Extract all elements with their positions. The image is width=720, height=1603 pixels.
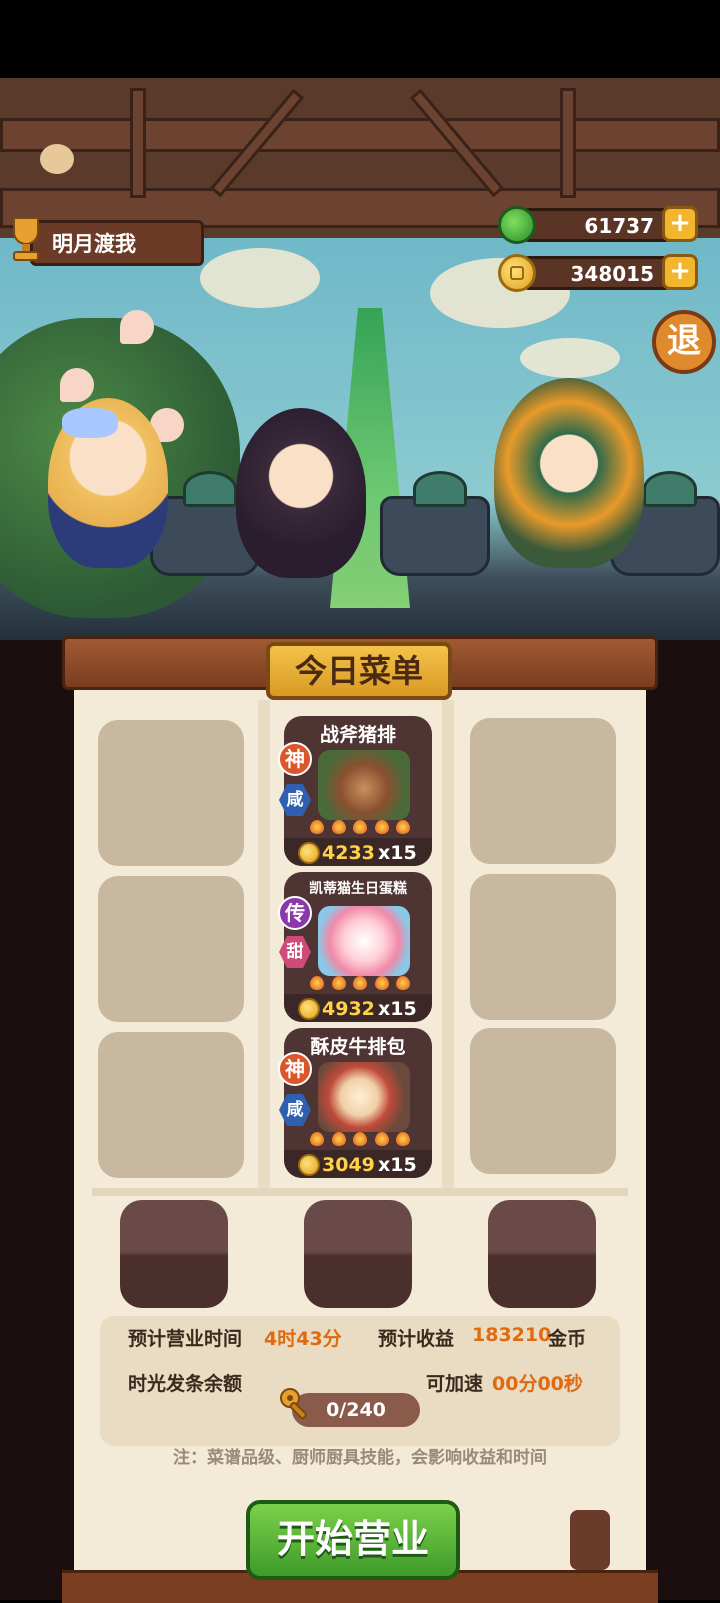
dish-name: 战斧猪排	[319, 724, 396, 746]
wind-up-key-icon	[278, 1386, 316, 1424]
dish-name: 凯蒂猫生日蛋糕	[309, 881, 407, 897]
menu-title: 今日菜单	[266, 642, 452, 700]
column-divider	[442, 700, 454, 1190]
add-coins-button[interactable]: +	[662, 254, 698, 290]
roof-post	[130, 88, 146, 198]
coin-icon	[498, 254, 536, 292]
empty-dish-slot[interactable]	[470, 718, 616, 864]
restaurant-scene	[0, 78, 720, 640]
roof-beam	[0, 118, 720, 152]
section-divider	[92, 1188, 628, 1196]
birthday-cake-dish-image	[318, 906, 410, 976]
grade-badge: 传	[278, 896, 312, 930]
estimated-income-value: 183210	[472, 1324, 552, 1346]
pork-chop-dish-image	[318, 750, 410, 820]
empty-dish-slot[interactable]	[98, 876, 244, 1022]
flame-icon	[353, 1132, 367, 1146]
player-name: 明月渡我	[52, 232, 136, 256]
flame-icon	[353, 820, 367, 834]
chick-decoration	[40, 144, 74, 174]
cookware-slot[interactable]	[120, 1200, 228, 1308]
flame-icon	[396, 1132, 410, 1146]
dish-price: 4932	[322, 998, 375, 1020]
heat-level	[310, 820, 410, 836]
flame-icon	[331, 1132, 346, 1146]
column-divider	[258, 700, 270, 1190]
dish-quantity: x15	[378, 1154, 417, 1176]
status-bar	[0, 0, 720, 78]
heat-level	[310, 976, 410, 992]
dish-name: 酥皮牛排包	[310, 1036, 406, 1058]
trophy-icon	[6, 212, 46, 264]
coin-amount: 348015	[570, 262, 655, 286]
flame-icon	[374, 820, 389, 834]
cloud-decoration	[520, 338, 620, 378]
steak-pastry-dish-image	[318, 1062, 410, 1132]
heat-level	[310, 1132, 410, 1148]
income-unit: 金币	[548, 1328, 587, 1350]
estimated-income-label: 预计收益	[378, 1328, 455, 1350]
grade-badge: 神	[278, 1052, 312, 1086]
empty-dish-slot[interactable]	[98, 1032, 244, 1178]
add-jade-button[interactable]: +	[662, 206, 698, 242]
cookware-slot[interactable]	[304, 1200, 412, 1308]
estimated-time-label: 预计营业时间	[128, 1328, 243, 1350]
flame-icon	[396, 820, 410, 834]
empty-dish-slot[interactable]	[470, 874, 616, 1020]
jade-amount: 61737	[584, 214, 654, 238]
peach-decoration	[120, 310, 154, 344]
cauldron	[380, 471, 490, 576]
flame-icon	[396, 976, 410, 990]
start-business-button[interactable]: 开始营业	[246, 1500, 460, 1580]
grade-badge: 神	[278, 742, 312, 776]
utensil-holder-decoration	[570, 1510, 610, 1570]
exit-button[interactable]: 退	[652, 310, 716, 374]
flame-icon	[310, 976, 324, 990]
roof-post	[560, 88, 576, 198]
coin-icon	[298, 998, 320, 1020]
jade-icon	[498, 206, 536, 244]
speedup-value: 00分00秒	[492, 1373, 583, 1395]
flame-icon	[353, 976, 367, 990]
cloud-decoration	[200, 248, 320, 308]
chef-character[interactable]	[494, 378, 644, 568]
flame-icon	[331, 820, 346, 834]
empty-dish-slot[interactable]	[470, 1028, 616, 1174]
flame-icon	[331, 976, 346, 990]
flame-icon	[310, 820, 324, 834]
dish-price: 3049	[322, 1154, 375, 1176]
chef-character[interactable]	[236, 408, 366, 578]
flame-icon	[374, 1132, 389, 1146]
dish-quantity: x15	[378, 842, 417, 864]
coin-icon	[298, 842, 320, 864]
info-note: 注：菜谱品级、厨师厨具技能，会影响收益和时间	[173, 1448, 547, 1468]
cookware-slot[interactable]	[488, 1200, 596, 1308]
hair-bow	[62, 408, 118, 438]
peach-decoration	[60, 368, 94, 402]
flame-icon	[374, 976, 389, 990]
spring-balance-label: 时光发条余额	[128, 1373, 243, 1395]
coin-icon	[298, 1154, 320, 1176]
dish-quantity: x15	[378, 998, 417, 1020]
speedup-label: 可加速	[426, 1373, 484, 1395]
flame-icon	[310, 1132, 324, 1146]
estimated-time-value: 4时43分	[264, 1328, 342, 1350]
dish-price: 4233	[322, 842, 375, 864]
empty-dish-slot[interactable]	[98, 720, 244, 866]
